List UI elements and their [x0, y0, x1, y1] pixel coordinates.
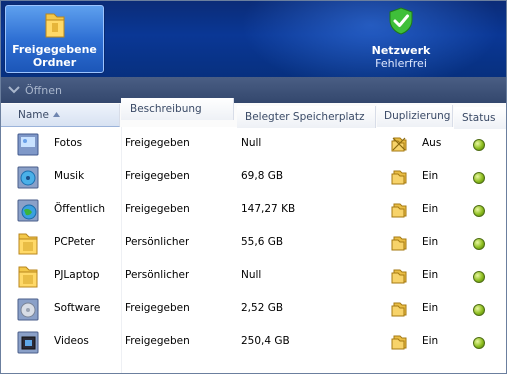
column-header-used-space-label: Belegter Speicherplatz [245, 111, 365, 123]
share-name: PCPeter [54, 236, 95, 248]
share-used-space: Null [241, 137, 262, 149]
duplication-on-icon [391, 335, 407, 350]
share-description: Freigegebene [125, 335, 189, 347]
table-row[interactable]: PJLaptop Persönlicher Null Ein [1, 259, 506, 292]
share-description: Persönlicher [125, 269, 189, 281]
table-row[interactable]: Musik Freigegebene 69,8 GB Ein [1, 160, 506, 193]
open-button[interactable]: Öffnen [7, 81, 62, 99]
toolbar: Öffnen [1, 77, 506, 103]
column-header-status[interactable]: Status [454, 107, 506, 129]
status-ok-icon [473, 238, 485, 250]
music-folder-icon [17, 166, 39, 189]
table-row[interactable]: PCPeter Persönlicher 55,6 GB Ein [1, 226, 506, 259]
column-header-name[interactable]: Name [1, 104, 120, 127]
share-description: Freigegebene [125, 170, 189, 182]
table-row[interactable]: Fotos Freigegebene Null Aus [1, 127, 506, 160]
open-arrow-icon [8, 86, 20, 94]
share-duplication: Ein [422, 170, 439, 182]
share-duplication: Ein [422, 302, 439, 314]
column-header-used-space[interactable]: Belegter Speicherplatz [237, 106, 376, 128]
status-ok-icon [473, 304, 485, 316]
share-name: Musik [54, 170, 85, 182]
table-row[interactable]: Software Freigegebene 2,52 GB Ein [1, 292, 506, 325]
shield-check-icon [389, 7, 413, 35]
column-header-description-label: Beschreibung [130, 103, 202, 115]
duplication-on-icon [391, 269, 407, 284]
duplication-on-icon [391, 236, 407, 251]
software-folder-icon [17, 298, 39, 321]
share-name: Videos [54, 335, 89, 347]
column-header-duplication[interactable]: Duplizierung [377, 105, 453, 127]
top-banner: Freigegebene Ordner Netzwerk Fehlerfrei [1, 1, 506, 77]
share-duplication: Ein [422, 236, 439, 248]
share-description: Freigegebene [125, 302, 189, 314]
column-header-row: Name Beschreibung Belegter Speicherplatz… [1, 98, 506, 129]
network-status-button[interactable]: Netzwerk Fehlerfrei [351, 7, 451, 70]
photos-folder-icon [17, 133, 39, 156]
status-ok-icon [473, 205, 485, 217]
share-description: Persönlicher [125, 236, 189, 248]
folder-icon [18, 233, 38, 255]
status-ok-icon [473, 337, 485, 349]
share-used-space: 69,8 GB [241, 170, 284, 182]
duplication-on-icon [391, 302, 407, 317]
table-row[interactable]: Videos Freigegebene 250,4 GB Ein [1, 325, 506, 358]
network-title: Netzwerk [371, 44, 431, 57]
open-label: Öffnen [25, 83, 62, 97]
column-header-duplication-label: Duplizierung [384, 110, 451, 122]
column-header-name-label: Name [18, 109, 49, 121]
share-name: Fotos [54, 137, 83, 149]
share-used-space: 250,4 GB [241, 335, 290, 347]
column-header-status-label: Status [462, 112, 496, 124]
share-name: Software [54, 302, 101, 314]
share-name: Öffentlich [54, 203, 105, 215]
duplication-on-icon [391, 203, 407, 218]
status-ok-icon [473, 271, 485, 283]
shared-folders-button[interactable]: Freigegebene Ordner [5, 5, 104, 73]
status-ok-icon [473, 139, 485, 151]
public-folder-icon [17, 199, 39, 222]
column-header-description[interactable]: Beschreibung [121, 98, 234, 120]
share-description: Freigegebene [125, 137, 189, 149]
sort-ascending-icon [53, 112, 60, 117]
share-used-space: 147,27 KB [241, 203, 296, 215]
share-used-space: 55,6 GB [241, 236, 284, 248]
window: Freigegebene Ordner Netzwerk Fehlerfrei … [0, 0, 507, 374]
duplication-off-icon [391, 137, 407, 152]
folder-icon [18, 266, 38, 288]
duplication-on-icon [391, 170, 407, 185]
share-duplication: Ein [422, 335, 439, 347]
share-duplication: Aus [422, 137, 442, 149]
share-used-space: 2,52 GB [241, 302, 284, 314]
folder-icon [45, 13, 65, 38]
status-ok-icon [473, 172, 485, 184]
shared-folders-label-line1: Freigegebene [12, 43, 97, 56]
table-row[interactable]: Öffentlich Freigegebene 147,27 KB Ein [1, 193, 506, 226]
videos-folder-icon [17, 331, 39, 354]
shared-folders-label-line2: Ordner [32, 56, 77, 69]
network-status: Fehlerfrei [375, 57, 427, 70]
share-name: PJLaptop [54, 269, 100, 281]
share-description: Freigegebene [125, 203, 189, 215]
share-duplication: Ein [422, 269, 439, 281]
share-used-space: Null [241, 269, 262, 281]
share-duplication: Ein [422, 203, 439, 215]
